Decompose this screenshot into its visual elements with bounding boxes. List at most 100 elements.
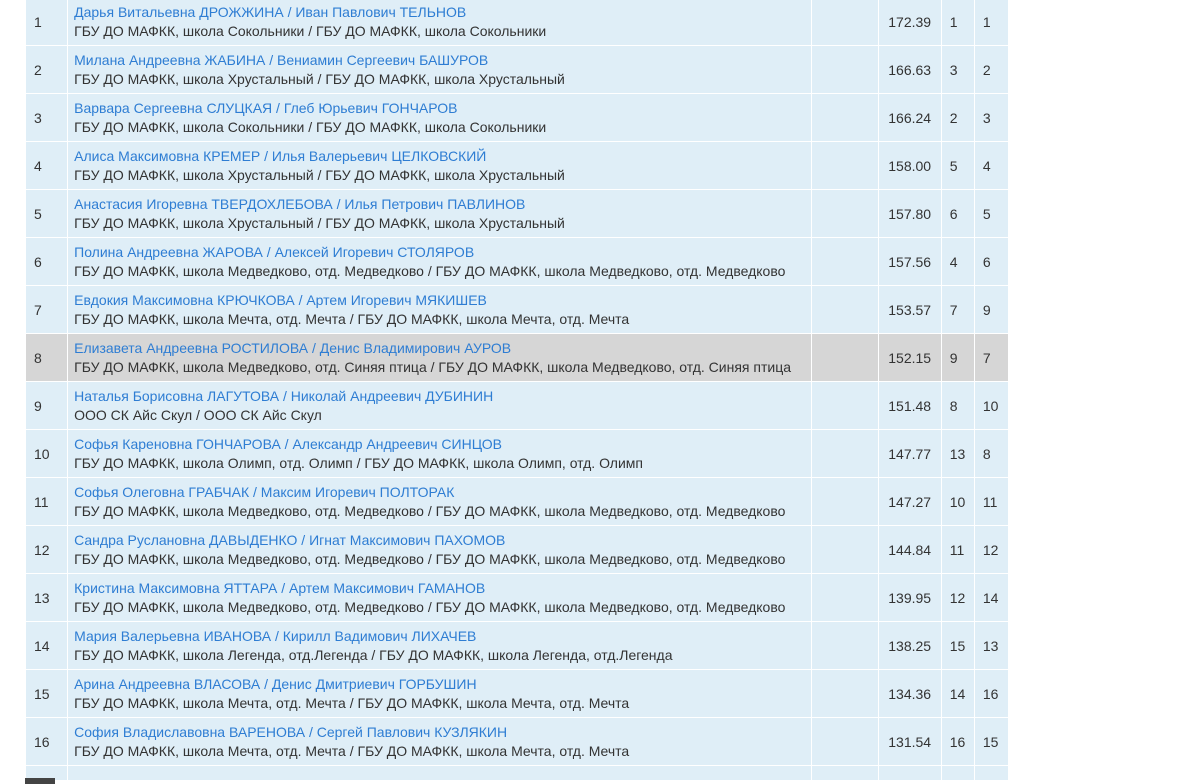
pair-cell: Елизавета Андреевна РОСТИЛОВА / Денис Вл… xyxy=(67,333,813,382)
empty-cell xyxy=(811,429,879,478)
total-score-cell: 158.00 xyxy=(877,141,942,190)
empty-cell xyxy=(811,573,879,622)
pair-name-link[interactable]: Дарья Витальевна ДРОЖЖИНА / Иван Павлови… xyxy=(74,3,811,22)
empty-cell xyxy=(811,525,879,574)
empty-cell xyxy=(811,0,879,46)
total-score-cell: 152.15 xyxy=(877,333,942,382)
short-program-place-cell: 8 xyxy=(940,381,975,430)
pair-cell: Дарья Витальевна ДРОЖЖИНА / Иван Павлови… xyxy=(67,0,813,46)
total-score-cell: 172.39 xyxy=(877,0,942,46)
short-program-place-cell: 10 xyxy=(940,477,975,526)
free-program-place-cell: 14 xyxy=(973,573,1010,622)
page-left-margin xyxy=(0,0,25,784)
empty-cell xyxy=(811,333,879,382)
free-program-place-cell: 13 xyxy=(973,621,1010,670)
place-cell: 8 xyxy=(24,333,69,382)
club-name: ГБУ ДО МАФКК, школа Хрустальный / ГБУ ДО… xyxy=(74,166,565,183)
empty-cell xyxy=(811,285,879,334)
free-program-place-cell: 3 xyxy=(973,93,1010,142)
pair-name-link[interactable]: Алиса Максимовна КРЕМЕР / Илья Валерьеви… xyxy=(74,147,811,166)
pair-name-link[interactable]: Кристина Максимовна ЯТТАРА / Артем Макси… xyxy=(74,579,811,598)
table-row: 8 Елизавета Андреевна РОСТИЛОВА / Денис … xyxy=(24,333,1010,382)
club-name: ГБУ ДО МАФКК, школа Легенда, отд.Легенда… xyxy=(74,646,673,663)
empty-cell xyxy=(811,669,879,718)
pair-name-link[interactable]: Анастасия Игоревна ТВЕРДОХЛЕБОВА / Илья … xyxy=(74,195,811,214)
total-score-cell: 157.80 xyxy=(877,189,942,238)
place-cell: 4 xyxy=(24,141,69,190)
pair-cell: Наталья Борисовна ЛАГУТОВА / Николай Анд… xyxy=(67,381,813,430)
results-table: 1 Дарья Витальевна ДРОЖЖИНА / Иван Павло… xyxy=(24,0,1010,781)
club-name: ГБУ ДО МАФКК, школа Мечта, отд. Мечта / … xyxy=(74,310,630,327)
pair-name-link[interactable]: Милана Андреевна ЖАБИНА / Вениамин Серге… xyxy=(74,51,811,70)
pair-name-link[interactable]: Полина Андреевна ЖАРОВА / Алексей Игорев… xyxy=(74,243,811,262)
pair-cell: Мария Валерьевна ИВАНОВА / Кирилл Вадимо… xyxy=(67,621,813,670)
club-name: ГБУ ДО МАФКК, школа Медведково, отд. Син… xyxy=(74,358,792,375)
total-score-cell: 131.54 xyxy=(877,717,942,766)
free-program-place-cell: 10 xyxy=(973,381,1010,430)
empty-cell xyxy=(973,765,1010,781)
total-score-cell: 147.27 xyxy=(877,477,942,526)
pair-cell: София Владиславовна ВАРЕНОВА / Сергей Па… xyxy=(67,717,813,766)
place-cell: 15 xyxy=(24,669,69,718)
total-score-cell: 134.36 xyxy=(877,669,942,718)
empty-cell xyxy=(811,189,879,238)
place-cell: 14 xyxy=(24,621,69,670)
short-program-place-cell: 9 xyxy=(940,333,975,382)
empty-cell xyxy=(811,621,879,670)
total-score-cell: 139.95 xyxy=(877,573,942,622)
place-cell: 2 xyxy=(24,45,69,94)
place-cell: 10 xyxy=(24,429,69,478)
pair-name-link[interactable]: Евдокия Максимовна КРЮЧКОВА / Артем Игор… xyxy=(74,291,811,310)
place-cell: 12 xyxy=(24,525,69,574)
empty-cell xyxy=(811,765,879,781)
pair-name-link[interactable]: Софья Олеговна ГРАБЧАК / Максим Игоревич… xyxy=(74,483,811,502)
pair-name-link[interactable]: Арина Андреевна ВЛАСОВА / Денис Дмитриев… xyxy=(74,675,811,694)
club-name: ГБУ ДО МАФКК, школа Сокольники / ГБУ ДО … xyxy=(74,22,547,39)
pair-name-link[interactable]: София Владиславовна ВАРЕНОВА / Сергей Па… xyxy=(74,723,811,742)
pair-cell: Анастасия Игоревна ТВЕРДОХЛЕБОВА / Илья … xyxy=(67,189,813,238)
place-cell: 7 xyxy=(24,285,69,334)
results-table-body: 1 Дарья Витальевна ДРОЖЖИНА / Иван Павло… xyxy=(24,0,1010,781)
free-program-place-cell: 2 xyxy=(973,45,1010,94)
place-cell: 16 xyxy=(24,717,69,766)
free-program-place-cell: 8 xyxy=(973,429,1010,478)
free-program-place-cell: 9 xyxy=(973,285,1010,334)
pair-cell: Милана Андреевна ЖАБИНА / Вениамин Серге… xyxy=(67,45,813,94)
place-cell: 13 xyxy=(24,573,69,622)
table-row: 11 Софья Олеговна ГРАБЧАК / Максим Игоре… xyxy=(24,477,1010,526)
short-program-place-cell: 2 xyxy=(940,93,975,142)
pair-name-link[interactable]: Мария Валерьевна ИВАНОВА / Кирилл Вадимо… xyxy=(74,627,811,646)
free-program-place-cell: 6 xyxy=(973,237,1010,286)
next-row-edge xyxy=(25,778,55,784)
club-name: ГБУ ДО МАФКК, школа Мечта, отд. Мечта / … xyxy=(74,694,630,711)
place-cell: 3 xyxy=(24,93,69,142)
total-score-cell: 138.25 xyxy=(877,621,942,670)
club-name: ГБУ ДО МАФКК, школа Хрустальный / ГБУ ДО… xyxy=(74,214,565,231)
total-score-cell: 153.57 xyxy=(877,285,942,334)
free-program-place-cell: 4 xyxy=(973,141,1010,190)
pair-name-link[interactable]: Сандра Руслановна ДАВЫДЕНКО / Игнат Макс… xyxy=(74,531,811,550)
pair-cell: Сандра Руслановна ДАВЫДЕНКО / Игнат Макс… xyxy=(67,525,813,574)
pair-cell: Варвара Сергеевна СЛУЦКАЯ / Глеб Юрьевич… xyxy=(67,93,813,142)
pair-name-link[interactable]: Елизавета Андреевна РОСТИЛОВА / Денис Вл… xyxy=(74,339,811,358)
table-row: 13 Кристина Максимовна ЯТТАРА / Артем Ма… xyxy=(24,573,1010,622)
empty-cell xyxy=(811,477,879,526)
pair-name-link[interactable]: Варвара Сергеевна СЛУЦКАЯ / Глеб Юрьевич… xyxy=(74,99,811,118)
pair-name-link[interactable]: Наталья Борисовна ЛАГУТОВА / Николай Анд… xyxy=(74,387,811,406)
short-program-place-cell: 3 xyxy=(940,45,975,94)
place-cell: 9 xyxy=(24,381,69,430)
table-row: 15 Арина Андреевна ВЛАСОВА / Денис Дмитр… xyxy=(24,669,1010,718)
pair-name-link[interactable]: Софья Кареновна ГОНЧАРОВА / Александр Ан… xyxy=(74,435,811,454)
short-program-place-cell: 14 xyxy=(940,669,975,718)
place-cell: 11 xyxy=(24,477,69,526)
place-cell: 5 xyxy=(24,189,69,238)
short-program-place-cell: 13 xyxy=(940,429,975,478)
club-name: ГБУ ДО МАФКК, школа Медведково, отд. Мед… xyxy=(74,502,786,519)
short-program-place-cell: 1 xyxy=(940,0,975,46)
club-name: ГБУ ДО МАФКК, школа Хрустальный / ГБУ ДО… xyxy=(74,70,565,87)
table-row: 3 Варвара Сергеевна СЛУЦКАЯ / Глеб Юрьев… xyxy=(24,93,1010,142)
short-program-place-cell: 15 xyxy=(940,621,975,670)
pair-cell: Евдокия Максимовна КРЮЧКОВА / Артем Игор… xyxy=(67,285,813,334)
club-name: ГБУ ДО МАФКК, школа Медведково, отд. Мед… xyxy=(74,262,786,279)
total-score-cell: 166.63 xyxy=(877,45,942,94)
